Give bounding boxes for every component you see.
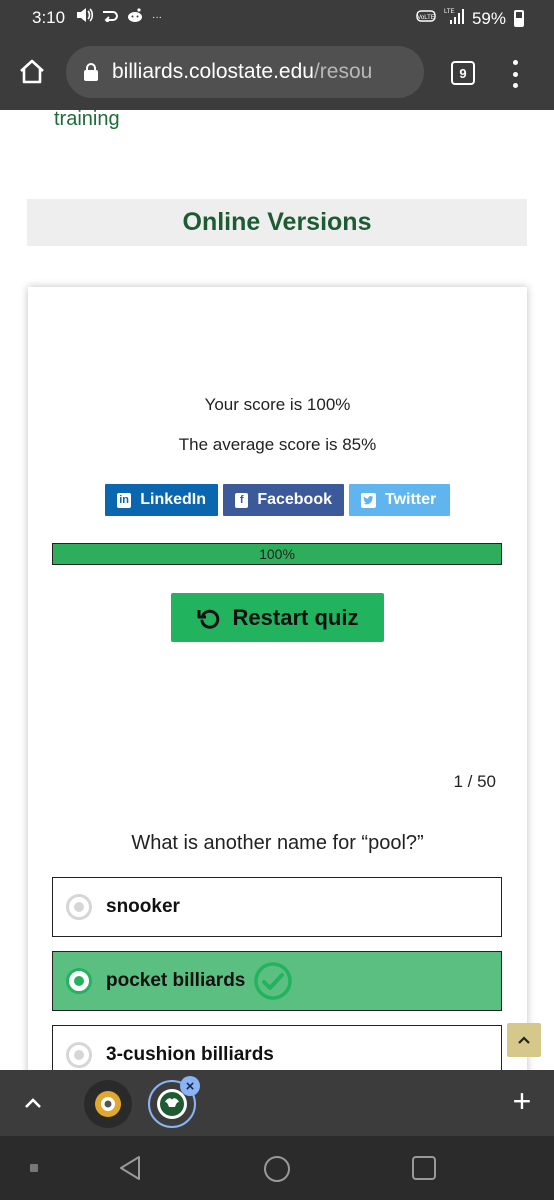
circle-home-icon[interactable] xyxy=(262,1154,292,1184)
battery-icon xyxy=(514,10,524,27)
close-tab-button[interactable]: × xyxy=(180,1076,200,1096)
url-path: /resou xyxy=(313,60,373,83)
billiard-ball-icon xyxy=(95,1091,121,1117)
radio-icon xyxy=(66,894,92,920)
answer-option-correct[interactable]: pocket billiards xyxy=(52,951,502,1011)
restart-quiz-label: Restart quiz xyxy=(232,604,359,630)
facebook-label: Facebook xyxy=(257,491,332,508)
volume-icon xyxy=(76,7,94,27)
restart-quiz-button[interactable]: Restart quiz xyxy=(171,593,384,642)
average-score-text: The average score is 85% xyxy=(178,435,377,454)
volte-icon: VoLTE xyxy=(416,8,436,29)
system-nav-bar xyxy=(0,1136,554,1200)
page-content: training Online Versions Your score is 1… xyxy=(0,110,554,1070)
quiz-progress-bar: 100% xyxy=(52,543,502,565)
quiz-card: Your score is 100% The average score is … xyxy=(28,287,527,1070)
linkedin-share-button[interactable]: in LinkedIn xyxy=(105,484,218,516)
signal-icon: LTE xyxy=(444,7,464,30)
twitter-label: Twitter xyxy=(385,491,437,508)
lock-icon xyxy=(84,63,98,81)
browser-menu-button[interactable] xyxy=(505,60,525,88)
svg-text:VoLTE: VoLTE xyxy=(417,15,435,21)
check-circle-icon xyxy=(254,962,293,1000)
training-link[interactable]: training xyxy=(54,110,120,131)
twitter-icon xyxy=(361,492,376,508)
undo-icon xyxy=(197,609,219,629)
share-buttons: in LinkedIn f Facebook Twitter xyxy=(105,484,450,516)
tab-thumbnail[interactable] xyxy=(84,1080,132,1128)
progress-label: 100% xyxy=(259,546,295,562)
notification-icons: ··· xyxy=(76,7,162,27)
question-text: What is another name for “pool?” xyxy=(131,832,424,854)
linkedin-label: LinkedIn xyxy=(140,491,206,508)
browser-toolbar: billiards.colostate.edu/resou 9 xyxy=(0,36,554,110)
redirect-icon xyxy=(102,8,118,26)
more-notifications-icon: ··· xyxy=(152,11,162,23)
chevron-up-icon xyxy=(518,1036,530,1044)
home-button[interactable] xyxy=(14,54,50,90)
svg-text:LTE: LTE xyxy=(444,9,455,15)
tab-switcher-button[interactable]: 9 xyxy=(451,61,475,85)
answer-label: 3-cushion billiards xyxy=(106,1044,274,1065)
radio-selected-icon xyxy=(66,968,92,994)
close-icon: × xyxy=(185,1077,195,1095)
score-text: Your score is 100% xyxy=(204,395,351,414)
facebook-icon: f xyxy=(235,492,249,508)
answer-option[interactable]: snooker xyxy=(52,877,502,937)
facebook-share-button[interactable]: f Facebook xyxy=(223,484,344,516)
section-title: Online Versions xyxy=(27,199,527,246)
screen: 3:10 ··· VoLTE LTE 59% billiards.colosta… xyxy=(0,0,554,1200)
system-icons: VoLTE LTE 59% xyxy=(416,7,524,30)
twitter-share-button[interactable]: Twitter xyxy=(349,484,450,516)
status-time: 3:10 xyxy=(32,8,66,27)
question-counter: 1 / 50 xyxy=(453,772,496,791)
plus-icon: + xyxy=(512,1083,532,1119)
more-vert-icon xyxy=(512,60,518,65)
answer-label: pocket billiards xyxy=(106,970,246,991)
square-recents-icon[interactable] xyxy=(410,1154,438,1182)
linkedin-icon: in xyxy=(117,492,132,508)
status-bar: 3:10 ··· VoLTE LTE 59% xyxy=(0,0,554,36)
expand-tabs-button[interactable] xyxy=(20,1090,46,1116)
nav-indicator-icon xyxy=(30,1164,38,1172)
scroll-to-top-button[interactable] xyxy=(507,1023,541,1057)
triangle-back-icon[interactable] xyxy=(116,1154,144,1182)
address-bar[interactable]: billiards.colostate.edu/resou xyxy=(66,46,424,98)
url-domain: billiards.colostate.edu xyxy=(112,60,314,83)
answer-option[interactable]: 3-cushion billiards xyxy=(52,1025,502,1070)
tab-strip: × + xyxy=(0,1070,554,1136)
new-tab-button[interactable]: + xyxy=(508,1085,536,1117)
chevron-up-icon xyxy=(25,1098,41,1108)
radio-icon xyxy=(66,1042,92,1068)
answer-label: snooker xyxy=(106,896,180,917)
reddit-icon xyxy=(126,7,144,27)
home-icon xyxy=(20,59,44,84)
battery-percent: 59% xyxy=(471,8,506,28)
